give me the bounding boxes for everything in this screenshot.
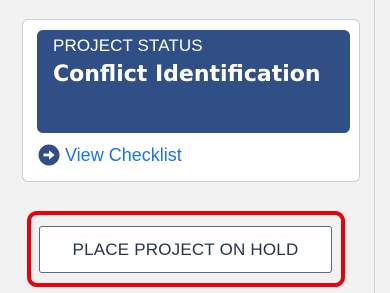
project-status-label: PROJECT STATUS	[53, 36, 203, 55]
arrow-right-circle-icon	[38, 144, 60, 166]
project-status-card: PROJECT STATUS Conflict Identification V…	[22, 19, 360, 182]
panel-divider	[374, 0, 375, 293]
view-checklist-link[interactable]: View Checklist	[38, 144, 182, 166]
project-status-banner: PROJECT STATUS Conflict Identification	[37, 30, 350, 133]
project-status-value: Conflict Identification	[53, 62, 321, 87]
place-project-on-hold-button[interactable]: PLACE PROJECT ON HOLD	[39, 226, 332, 273]
view-checklist-label[interactable]: View Checklist	[65, 144, 182, 166]
